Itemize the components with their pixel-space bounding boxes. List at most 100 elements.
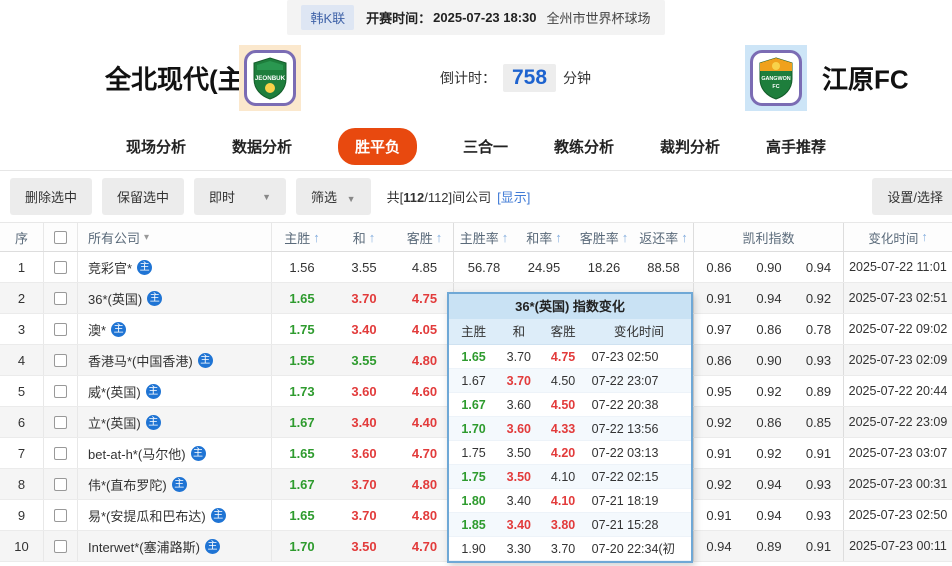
rate-cell: 24.95 [514,252,574,282]
odds-cell[interactable]: 4.85 [396,252,454,282]
primary-badge-icon: 主 [137,260,152,275]
away-team-logo: GANGWON FC [745,45,807,111]
odds-cell[interactable]: 4.70 [396,438,454,468]
company-cell[interactable]: Interwet*(塞浦路斯)主 [78,531,272,561]
header-label: 所有公司 [88,228,140,247]
row-checkbox[interactable] [54,447,67,460]
odds-cell[interactable]: 4.60 [396,376,454,406]
odds-cell[interactable]: 1.56 [272,252,332,282]
league-badge[interactable]: 韩K联 [301,5,354,30]
nav-tab[interactable]: 三合一 [463,136,508,157]
nav-tab[interactable]: 现场分析 [126,136,186,157]
odds-cell[interactable]: 1.65 [272,438,332,468]
popup-odds-cell: 3.60 [498,393,539,416]
company-cell[interactable]: 36*(英国)主 [78,283,272,313]
odds-cell[interactable]: 3.55 [332,345,396,375]
row-checkbox[interactable] [54,385,67,398]
nav-tab[interactable]: 裁判分析 [660,136,720,157]
match-info-bar: 韩K联 开赛时间： 2025-07-23 18:30 全州市世界杯球场 [0,0,952,34]
show-link[interactable]: [显示] [497,187,530,206]
odds-cell[interactable]: 1.67 [272,469,332,499]
odds-cell[interactable]: 3.60 [332,438,396,468]
header-draw-rate[interactable]: 和率↑ [514,223,574,251]
header-return-rate[interactable]: 返还率↑ [634,223,694,251]
odds-cell[interactable]: 3.70 [332,283,396,313]
popup-odds-cell: 3.70 [498,345,539,368]
nav-tab[interactable]: 胜平负 [338,128,417,165]
odds-cell[interactable]: 3.55 [332,252,396,282]
filter-button[interactable]: 筛选 ▼ [296,178,371,215]
change-time-cell: 2025-07-23 00:31 [844,469,952,499]
odds-cell[interactable]: 1.73 [272,376,332,406]
row-checkbox[interactable] [54,323,67,336]
row-checkbox[interactable] [54,261,67,274]
header-home-rate[interactable]: 主胜率↑ [454,223,514,251]
company-cell[interactable]: 威*(英国)主 [78,376,272,406]
popup-row: 1.853.403.8007-21 15:28 [449,513,691,537]
odds-cell[interactable]: 3.70 [332,500,396,530]
popup-body: 1.653.704.7507-23 02:501.673.704.5007-22… [449,345,691,561]
header-home-odds[interactable]: 主胜↑ [272,223,332,251]
popup-header-home: 主胜 [449,319,498,344]
keep-selected-button[interactable]: 保留选中 [102,178,184,215]
select-all-checkbox[interactable] [54,231,67,244]
header-change-time[interactable]: 变化时间↑ [844,223,952,251]
nav-tab[interactable]: 数据分析 [232,136,292,157]
settings-select-button[interactable]: 设置/选择 [872,178,952,215]
popup-odds-cell: 3.40 [498,513,539,536]
odds-cell[interactable]: 3.40 [332,407,396,437]
odds-cell[interactable]: 1.70 [272,531,332,561]
nav-tab[interactable]: 高手推荐 [766,136,826,157]
header-away-rate[interactable]: 客胜率↑ [574,223,634,251]
countdown-label: 倒计时： [440,68,496,88]
popup-odds-cell: 3.30 [498,537,539,560]
odds-cell[interactable]: 3.50 [332,531,396,561]
header-draw-odds[interactable]: 和↑ [332,223,396,251]
row-checkbox-cell [44,469,78,499]
company-name: bet-at-h*(马尔他) [88,444,186,463]
odds-cell[interactable]: 1.75 [272,314,332,344]
row-number: 3 [0,314,44,344]
company-cell[interactable]: 澳*主 [78,314,272,344]
odds-cell[interactable]: 1.65 [272,283,332,313]
odds-cell[interactable]: 1.55 [272,345,332,375]
odds-cell[interactable]: 4.80 [396,500,454,530]
row-checkbox[interactable] [54,509,67,522]
company-cell[interactable]: 立*(英国)主 [78,407,272,437]
company-cell[interactable]: 伟*(直布罗陀)主 [78,469,272,499]
row-checkbox[interactable] [54,478,67,491]
header-away-odds[interactable]: 客胜↑ [396,223,454,251]
odds-cell[interactable]: 4.05 [396,314,454,344]
odds-cell[interactable]: 3.60 [332,376,396,406]
row-checkbox[interactable] [54,540,67,553]
company-cell[interactable]: 易*(安提瓜和巴布达)主 [78,500,272,530]
company-cell[interactable]: 竞彩官*主 [78,252,272,282]
popup-row: 1.673.704.5007-22 23:07 [449,369,691,393]
odds-cell[interactable]: 3.40 [332,314,396,344]
odds-cell[interactable]: 4.80 [396,345,454,375]
odds-cell[interactable]: 4.40 [396,407,454,437]
row-checkbox[interactable] [54,416,67,429]
header-company[interactable]: 所有公司▾ [78,223,272,251]
delete-selected-button[interactable]: 删除选中 [10,178,92,215]
row-checkbox[interactable] [54,354,67,367]
odds-cell[interactable]: 3.70 [332,469,396,499]
row-checkbox[interactable] [54,292,67,305]
home-logo-frame: JEONBUK [244,50,296,106]
odds-cell[interactable]: 4.75 [396,283,454,313]
odds-cell[interactable]: 1.67 [272,407,332,437]
odds-cell[interactable]: 4.80 [396,469,454,499]
row-checkbox-cell [44,252,78,282]
sort-asc-icon: ↑ [921,230,927,244]
sort-asc-icon: ↑ [436,230,443,245]
company-cell[interactable]: 香港马*(中国香港)主 [78,345,272,375]
odds-cell[interactable]: 4.70 [396,531,454,561]
kelly-cell: 0.90 [744,345,794,375]
time-mode-select[interactable]: 即时 ▼ [194,178,286,215]
sort-asc-icon: ↑ [369,230,376,245]
odds-cell[interactable]: 1.65 [272,500,332,530]
header-checkbox-cell [44,223,78,251]
nav-tab[interactable]: 教练分析 [554,136,614,157]
change-time-cell: 2025-07-23 03:07 [844,438,952,468]
company-cell[interactable]: bet-at-h*(马尔他)主 [78,438,272,468]
